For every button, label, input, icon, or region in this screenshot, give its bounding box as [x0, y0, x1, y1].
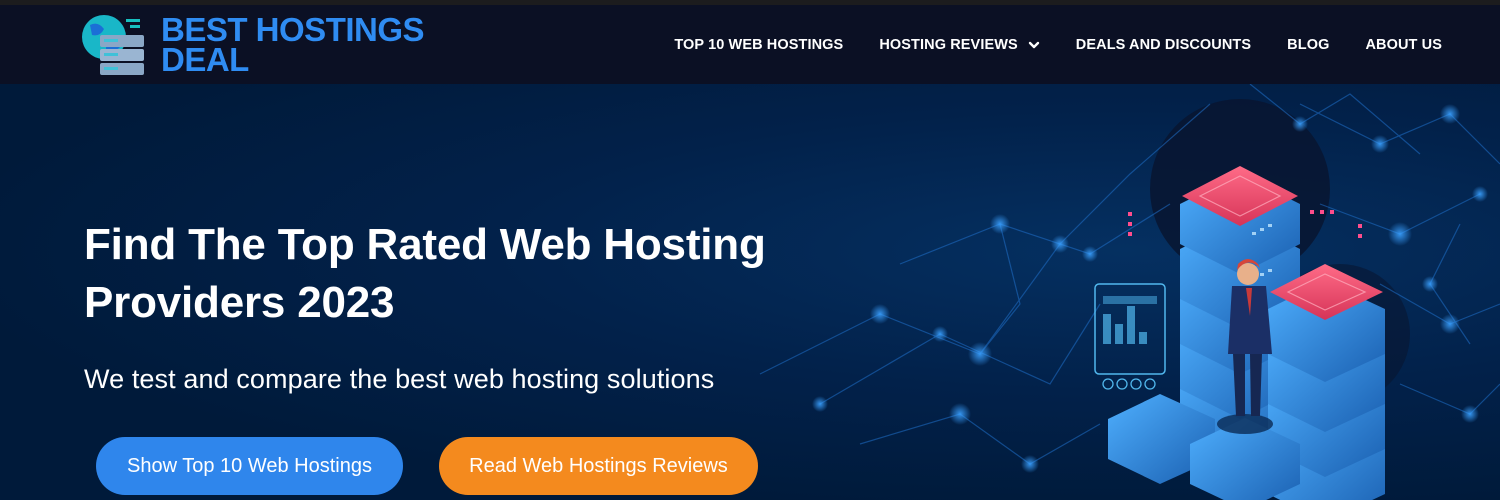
read-reviews-button[interactable]: Read Web Hostings Reviews: [439, 437, 758, 495]
brand-name: BEST HOSTINGS DEAL: [161, 13, 425, 78]
main-nav: TOP 10 WEB HOSTINGS HOSTING REVIEWS DEAL…: [674, 5, 1442, 84]
nav-top-10-web-hostings[interactable]: TOP 10 WEB HOSTINGS: [674, 37, 843, 53]
hero-headline-line1: Find The Top Rated Web Hosting: [84, 220, 766, 269]
nav-about-us[interactable]: ABOUT US: [1365, 37, 1442, 53]
nav-hosting-reviews-label: HOSTING REVIEWS: [879, 36, 1018, 53]
site-header: BEST HOSTINGS DEAL TOP 10 WEB HOSTINGS H…: [0, 5, 1500, 84]
hero-subheadline: We test and compare the best web hosting…: [84, 364, 715, 394]
chevron-down-icon: [1028, 39, 1040, 51]
nav-blog[interactable]: BLOG: [1287, 37, 1329, 53]
hero-headline-line2: Providers 2023: [84, 278, 395, 327]
hero-headline: Find The Top Rated Web Hosting Providers…: [84, 216, 844, 332]
show-top-10-button[interactable]: Show Top 10 Web Hostings: [96, 437, 403, 495]
nav-deals-and-discounts[interactable]: DEALS AND DISCOUNTS: [1076, 37, 1251, 53]
nav-hosting-reviews[interactable]: HOSTING REVIEWS: [879, 37, 1039, 53]
hero-section: Find The Top Rated Web Hosting Providers…: [0, 84, 1500, 500]
site-logo[interactable]: BEST HOSTINGS DEAL: [76, 11, 456, 79]
server-globe-icon: [76, 11, 156, 79]
brand-name-line2: DEAL: [161, 41, 249, 78]
